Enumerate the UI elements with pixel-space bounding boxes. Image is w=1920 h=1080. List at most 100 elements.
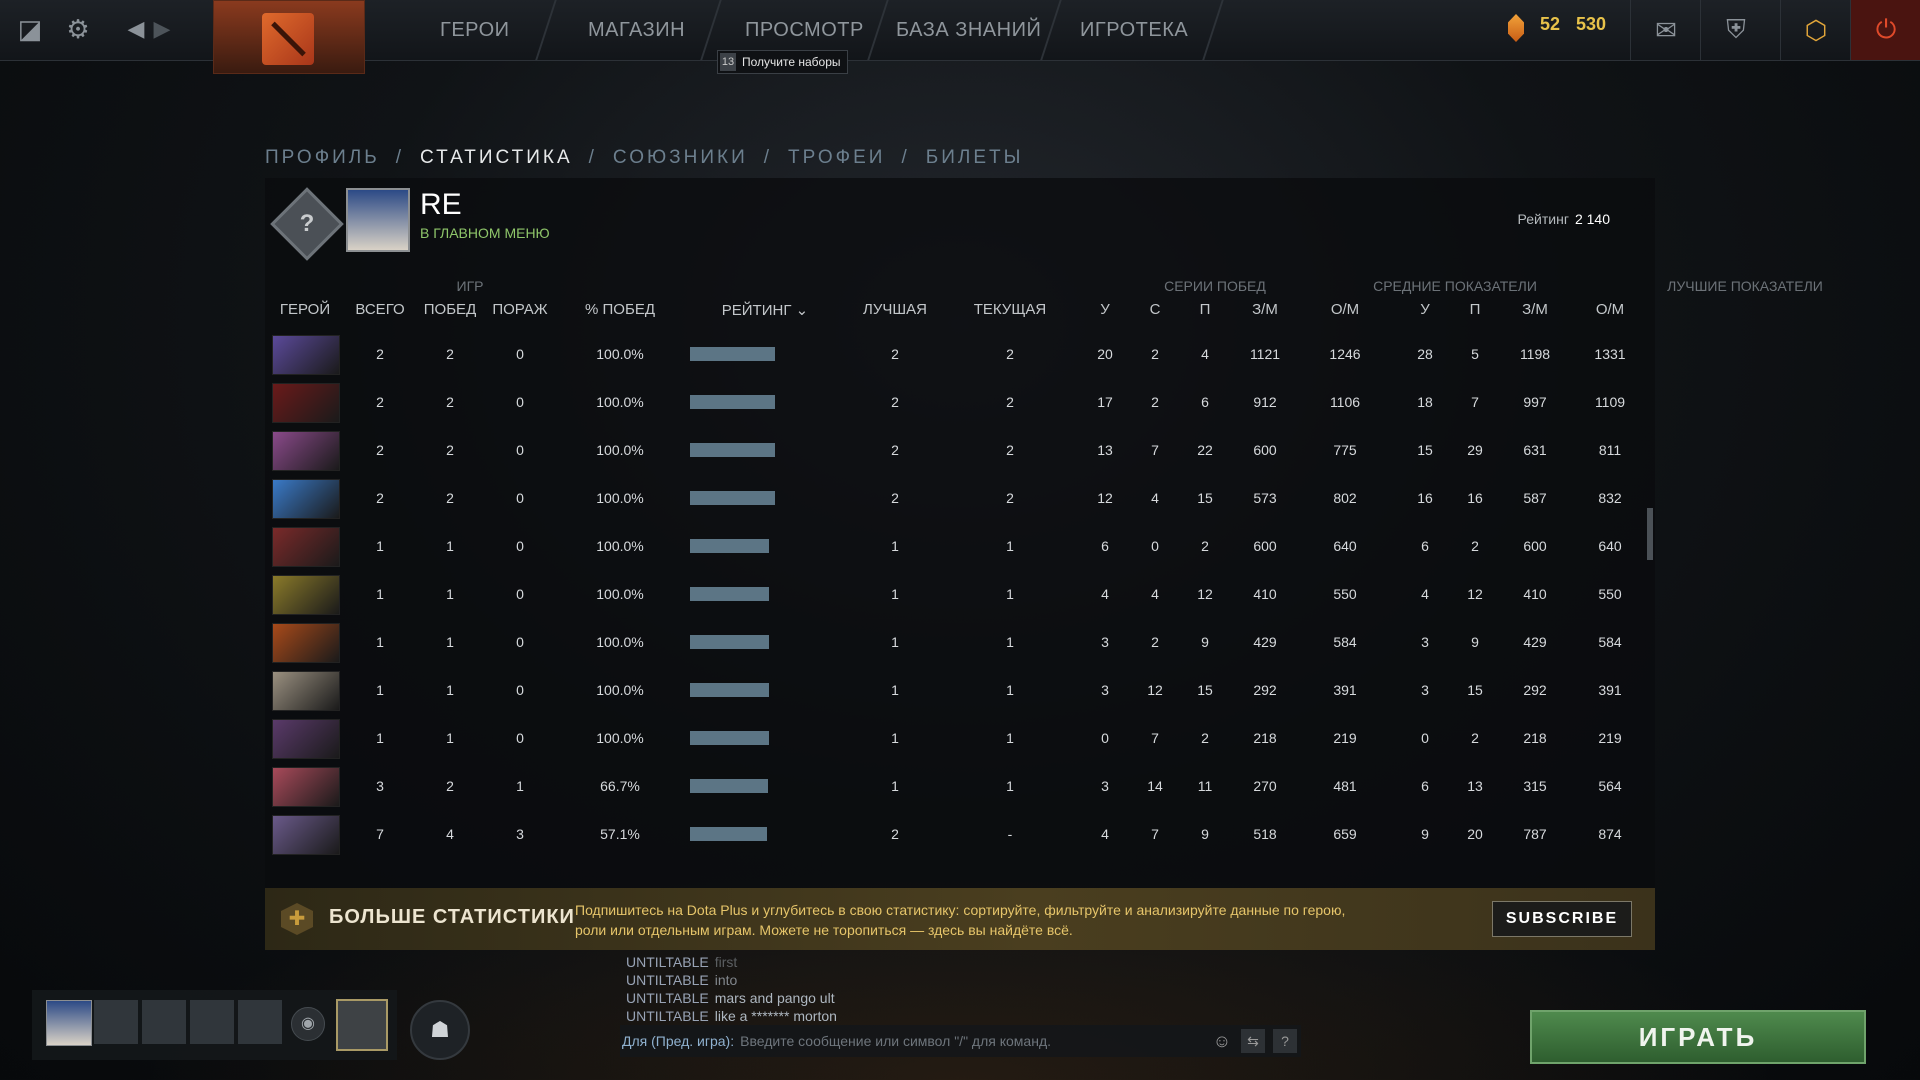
col-best-streak[interactable]: ЛУЧШАЯ: [850, 301, 940, 318]
party-slot-empty[interactable]: [142, 1000, 186, 1044]
help-icon[interactable]: ?: [1273, 1029, 1297, 1053]
chat-channel[interactable]: Для (Пред. игра):: [622, 1033, 734, 1049]
tab-stats[interactable]: СТАТИСТИКА: [420, 147, 573, 168]
cell-wins: 4: [446, 826, 454, 842]
tab-trophies[interactable]: ТРОФЕИ: [788, 147, 885, 168]
cell-best-xpm: 811: [1598, 442, 1622, 458]
table-row[interactable]: 1 1 0 100.0% 1 1 4 4 12 410 550 4 12 410 550: [265, 570, 1655, 618]
hero-portrait[interactable]: [272, 431, 340, 471]
hero-portrait[interactable]: [272, 575, 340, 615]
table-row[interactable]: 2 2 0 100.0% 2 2 13 7 22 600 775 15 29 631 811: [265, 426, 1655, 474]
hero-portrait[interactable]: [272, 527, 340, 567]
rating-bar: [690, 779, 768, 793]
subscribe-button[interactable]: SUBSCRIBE: [1492, 901, 1632, 937]
power-icon[interactable]: ⏻: [1850, 0, 1920, 60]
col-best-kills[interactable]: У: [1405, 301, 1445, 318]
party-slot-empty[interactable]: [94, 1000, 138, 1044]
rank-unknown: ?: [299, 210, 315, 237]
table-row[interactable]: 3 2 1 66.7% 1 1 3 14 11 270 481 6 13 315 564: [265, 762, 1655, 810]
cell-best-a: 2: [1471, 730, 1479, 746]
col-avg-xpm[interactable]: О/М: [1310, 301, 1380, 318]
nav-knowledge-base[interactable]: БАЗА ЗНАНИЙ: [896, 0, 1041, 60]
nav-arcade[interactable]: ИГРОТЕКА: [1080, 0, 1188, 60]
col-best-xpm[interactable]: О/М: [1575, 301, 1645, 318]
hero-portrait[interactable]: [272, 335, 340, 375]
chat-sender[interactable]: UNTILTABLE: [626, 954, 709, 970]
table-row[interactable]: 2 2 0 100.0% 2 2 17 2 6 912 1106 18 7 997 1109: [265, 378, 1655, 426]
chat-text: mars and pango ult: [714, 990, 835, 1006]
get-bundles-tooltip[interactable]: 13 Получите наборы: [717, 50, 848, 74]
party-slot-self[interactable]: [46, 1000, 92, 1046]
party-slot-empty[interactable]: [190, 1000, 234, 1044]
avatar[interactable]: [346, 188, 410, 252]
cell-best-gpm: 218: [1523, 730, 1547, 746]
nav-heroes[interactable]: ГЕРОИ: [440, 0, 510, 60]
cell-current-streak: -: [1007, 826, 1013, 842]
table-scrollbar[interactable]: [1647, 508, 1653, 560]
dashboard-icon[interactable]: ◪: [14, 13, 46, 45]
cell-current-streak: 1: [1006, 778, 1014, 794]
cell-winrate: 100.0%: [596, 730, 644, 746]
table-row[interactable]: 2 2 0 100.0% 2 2 12 4 15 573 802 16 16 587 832: [265, 474, 1655, 522]
chat-sender[interactable]: UNTILTABLE: [626, 1008, 709, 1024]
col-avg-gpm[interactable]: З/М: [1235, 301, 1295, 318]
tab-separator: /: [901, 147, 910, 168]
col-wins[interactable]: ПОБЕД: [420, 301, 480, 318]
hero-portrait[interactable]: [272, 671, 340, 711]
hero-portrait[interactable]: [272, 767, 340, 807]
col-current-streak[interactable]: ТЕКУЩАЯ: [960, 301, 1060, 318]
forward-arrow-icon[interactable]: ▶: [146, 13, 178, 45]
hero-portrait[interactable]: [272, 719, 340, 759]
cell-best-gpm: 292: [1523, 682, 1547, 698]
col-hero[interactable]: ГЕРОЙ: [265, 301, 345, 318]
mail-icon[interactable]: ✉: [1630, 0, 1701, 60]
party-panel: ◉: [32, 990, 397, 1060]
friends-icon[interactable]: ☗: [410, 1000, 470, 1060]
table-row[interactable]: 1 1 0 100.0% 1 1 3 12 15 292 391 3 15 292 391: [265, 666, 1655, 714]
chat-message: UNTILTABLE first: [626, 953, 837, 971]
cell-best-gpm: 315: [1523, 778, 1547, 794]
col-rating[interactable]: РЕЙТИНГ ⌄: [705, 301, 825, 319]
tab-profile[interactable]: ПРОФИЛЬ: [265, 147, 380, 168]
play-button[interactable]: ИГРАТЬ: [1530, 1010, 1866, 1064]
emoji-icon[interactable]: ☺: [1210, 1029, 1234, 1053]
table-row[interactable]: 2 2 0 100.0% 2 2 20 2 4 1121 1246 28 5 1198 1331: [265, 330, 1655, 378]
table-row[interactable]: 7 4 3 57.1% 2 - 4 7 9 518 659 9 20 787 874: [265, 810, 1655, 858]
cell-total: 2: [376, 442, 384, 458]
cell-best-xpm: 391: [1598, 682, 1622, 698]
col-best-gpm[interactable]: З/М: [1505, 301, 1565, 318]
tab-tickets[interactable]: БИЛЕТЫ: [926, 147, 1024, 168]
col-avg-kills[interactable]: У: [1085, 301, 1125, 318]
settings-gear-icon[interactable]: ⚙: [62, 13, 94, 45]
party-slot-empty[interactable]: [238, 1000, 282, 1044]
tab-allies[interactable]: СОЮЗНИКИ: [613, 147, 748, 168]
dota-logo-button[interactable]: [213, 0, 365, 74]
col-total[interactable]: ВСЕГО: [350, 301, 410, 318]
voice-chat-icon[interactable]: ◉: [291, 1007, 325, 1041]
col-avg-deaths[interactable]: С: [1135, 301, 1175, 318]
cell-losses: 0: [516, 586, 524, 602]
col-losses[interactable]: ПОРАЖ: [490, 301, 550, 318]
chat-wheel-icon[interactable]: ⇆: [1241, 1029, 1265, 1053]
table-row[interactable]: 1 1 0 100.0% 1 1 3 2 9 429 584 3 9 429 584: [265, 618, 1655, 666]
table-row[interactable]: 1 1 0 100.0% 1 1 0 7 2 218 219 0 2 218 219: [265, 714, 1655, 762]
col-winrate[interactable]: % ПОБЕД: [575, 301, 665, 318]
chat-input[interactable]: Для (Пред. игра): Введите сообщение или с…: [620, 1025, 1301, 1057]
hero-portrait[interactable]: [272, 623, 340, 663]
hero-portrait[interactable]: [272, 383, 340, 423]
dota-plus-icon[interactable]: ⬡: [1780, 0, 1851, 60]
cell-best-streak: 1: [891, 730, 899, 746]
col-avg-assists[interactable]: П: [1185, 301, 1225, 318]
armory-icon[interactable]: ⛨: [1700, 0, 1771, 60]
nav-store[interactable]: МАГАЗИН: [588, 0, 685, 60]
battle-pass-icon[interactable]: [336, 999, 388, 1051]
chat-sender[interactable]: UNTILTABLE: [626, 990, 709, 1006]
hero-portrait[interactable]: [272, 815, 340, 855]
col-best-assists[interactable]: П: [1455, 301, 1495, 318]
table-row[interactable]: 1 1 0 100.0% 1 1 6 0 2 600 640 6 2 600 640: [265, 522, 1655, 570]
cell-total: 1: [376, 538, 384, 554]
chat-sender[interactable]: UNTILTABLE: [626, 972, 709, 988]
cell-best-a: 15: [1467, 682, 1483, 698]
player-status: В ГЛАВНОМ МЕНЮ: [420, 225, 550, 241]
hero-portrait[interactable]: [272, 479, 340, 519]
